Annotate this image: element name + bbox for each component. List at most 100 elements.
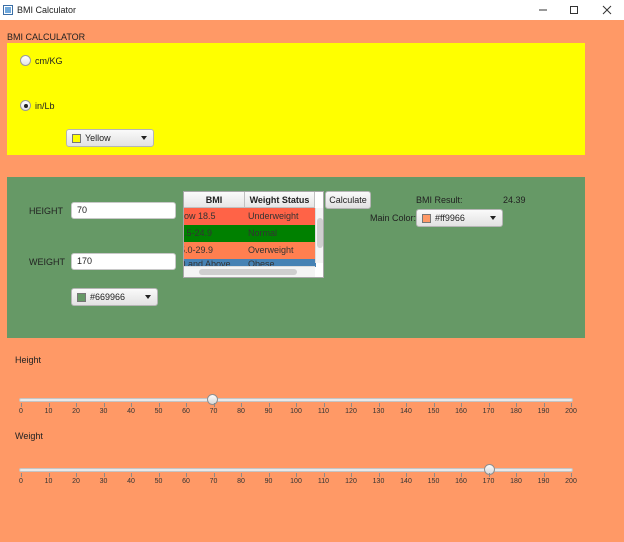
input-color-swatch xyxy=(77,292,86,302)
slider-tick xyxy=(433,403,435,407)
slider-track[interactable] xyxy=(19,398,573,402)
slider-tick xyxy=(21,403,22,407)
minimize-button[interactable] xyxy=(528,0,558,20)
unit-selection-panel: cm/KG in/Lb Yellow xyxy=(7,43,585,155)
slider-tick xyxy=(406,473,407,477)
radio-in-lb[interactable]: in/Lb xyxy=(20,100,55,111)
slider-tick-label: 100 xyxy=(290,478,302,485)
radio-cm-kg-circle[interactable] xyxy=(20,55,31,66)
bmi-cell: 18.5-24.9 xyxy=(184,228,213,238)
slider-tick-label: 90 xyxy=(264,408,273,415)
weight-input[interactable]: 170 xyxy=(71,253,176,270)
app-heading: BMI CALCULATOR xyxy=(7,32,86,42)
radio-cm-kg[interactable]: cm/KG xyxy=(20,55,63,66)
slider-tick xyxy=(296,473,297,477)
slider-tick xyxy=(21,473,22,477)
maximize-button[interactable] xyxy=(559,0,589,20)
table-horizontal-scrollbar[interactable] xyxy=(184,266,315,277)
slider-tick xyxy=(296,403,297,407)
radio-cm-kg-label: cm/KG xyxy=(35,55,63,66)
slider-tick xyxy=(488,403,490,407)
slider-tick-label: 140 xyxy=(400,408,412,415)
panel-color-picker[interactable]: Yellow xyxy=(66,129,154,147)
slider-thumb[interactable] xyxy=(484,464,496,475)
title-bar: BMI Calculator xyxy=(0,0,624,20)
table-row[interactable]: 25.0-29.9 Overweight xyxy=(184,242,316,259)
slider-tick xyxy=(406,403,407,407)
column-header-bmi[interactable]: BMI xyxy=(184,192,245,208)
slider-tick xyxy=(76,403,77,407)
slider-tick xyxy=(186,403,187,407)
slider-tick-label: 200 xyxy=(565,408,577,415)
slider-tick-label: 10 xyxy=(44,478,53,485)
slider-tick-label: 0 xyxy=(19,478,23,485)
slider-tick xyxy=(268,403,270,407)
status-cell: Normal xyxy=(248,228,278,238)
slider-tick-label: 170 xyxy=(482,408,495,415)
slider-tick-label: 80 xyxy=(237,478,245,485)
chevron-down-icon xyxy=(145,295,151,299)
chevron-down-icon xyxy=(490,216,496,220)
table-row[interactable]: 18.5-24.9 Normal xyxy=(184,225,316,242)
slider-tick xyxy=(131,473,132,477)
slider-tick xyxy=(103,473,105,477)
table-vertical-scrollbar[interactable] xyxy=(315,208,323,263)
slider-tick xyxy=(103,403,105,407)
slider-tick xyxy=(241,403,242,407)
radio-in-lb-circle[interactable] xyxy=(20,100,31,111)
slider-tick xyxy=(351,403,352,407)
weight-label: WEIGHT xyxy=(29,257,65,267)
slider-tick-label: 100 xyxy=(290,408,302,415)
column-header-weight-status[interactable]: Weight Status xyxy=(245,192,315,208)
slider-tick-label: 130 xyxy=(372,408,385,415)
slider-tick xyxy=(378,403,380,407)
slider-tick-label: 190 xyxy=(537,478,550,485)
close-icon xyxy=(602,5,612,15)
slider-tick-label: 80 xyxy=(237,408,245,415)
main-color-picker[interactable]: #ff9966 xyxy=(416,209,503,227)
input-color-value: #669966 xyxy=(90,292,126,302)
slider-tick-label: 50 xyxy=(154,408,163,415)
slider-tick-label: 70 xyxy=(209,478,218,485)
table-row[interactable]: Below 18.5 Underweight xyxy=(184,208,316,225)
slider-tick xyxy=(48,473,50,477)
slider-tick xyxy=(323,473,325,477)
slider-tick xyxy=(351,473,352,477)
bmi-table[interactable]: BMI Weight Status Below 18.5 Underweight… xyxy=(183,191,324,278)
slider-tick-label: 110 xyxy=(317,478,330,485)
slider-tick-label: 0 xyxy=(19,408,23,415)
slider-tick-label: 110 xyxy=(317,408,330,415)
slider-tick-label: 20 xyxy=(72,478,80,485)
main-color-value: #ff9966 xyxy=(435,213,465,223)
status-cell: Overweight xyxy=(248,245,294,255)
slider-tick xyxy=(543,403,545,407)
height-input[interactable]: 70 xyxy=(71,202,176,219)
slider-tick-label: 10 xyxy=(44,408,53,415)
slider-tick-label: 40 xyxy=(127,408,135,415)
slider-tick xyxy=(461,403,462,407)
slider-tick-label: 120 xyxy=(345,478,357,485)
slider-tick xyxy=(323,403,325,407)
slider-tick-label: 190 xyxy=(537,408,550,415)
close-button[interactable] xyxy=(592,0,622,20)
slider-tick xyxy=(571,473,572,477)
slider-tick-label: 160 xyxy=(455,478,467,485)
panel-color-swatch xyxy=(72,133,81,143)
slider-tick-label: 180 xyxy=(510,408,522,415)
slider-tick-label: 90 xyxy=(264,478,273,485)
vertical-scroll-thumb[interactable] xyxy=(317,218,323,248)
maximize-icon xyxy=(570,6,578,14)
slider-tick xyxy=(433,473,435,477)
slider-tick-label: 20 xyxy=(72,408,80,415)
slider-tick-label: 40 xyxy=(127,478,135,485)
chevron-down-icon xyxy=(141,136,147,140)
slider-tick xyxy=(268,473,270,477)
slider-tick-label: 30 xyxy=(99,408,108,415)
horizontal-scroll-thumb[interactable] xyxy=(199,269,297,275)
slider-tick xyxy=(488,473,490,477)
input-color-picker[interactable]: #669966 xyxy=(71,288,158,306)
calculate-button[interactable]: Calculate xyxy=(325,191,371,209)
main-color-label: Main Color: xyxy=(370,213,417,223)
slider-tick-label: 70 xyxy=(209,408,218,415)
slider-tick-label: 150 xyxy=(427,478,440,485)
